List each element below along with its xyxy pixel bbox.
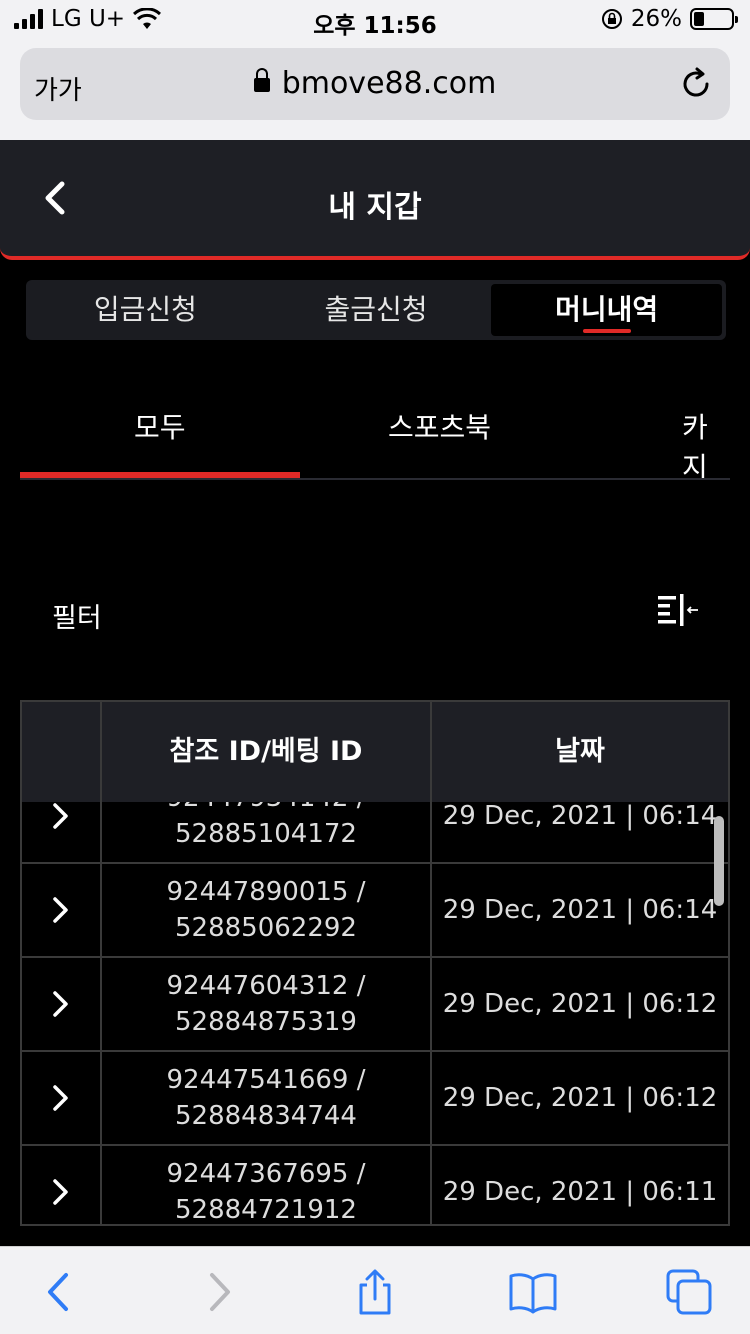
app-header: 내 지갑 [0, 140, 750, 260]
header-ref-id: 참조 ID/베팅 ID [102, 702, 432, 802]
ref-id: 92447604312 / [166, 971, 366, 1001]
browser-toolbar [0, 1246, 750, 1334]
category-tabs: 모두 스포츠북 카지 [20, 380, 730, 480]
date-cell: 29 Dec, 2021 | 06:12 [442, 989, 718, 1019]
share-icon[interactable] [350, 1267, 400, 1317]
filter-label: 필터 [52, 603, 102, 634]
header-expand [22, 702, 102, 802]
browser-address-area: 가가 bmove88.com [0, 40, 750, 140]
tabs-icon[interactable] [664, 1267, 714, 1317]
table-body: 92447934142 / 52885104172 29 Dec, 2021 |… [22, 770, 728, 1225]
bet-id: 52885104172 [175, 819, 357, 849]
bet-id: 52884875319 [175, 1007, 357, 1037]
chevron-right-icon [53, 897, 68, 923]
table-row[interactable]: 92447541669 / 52884834744 29 Dec, 2021 |… [22, 1052, 728, 1146]
page-title: 내 지갑 [328, 190, 422, 225]
expand-cell[interactable] [22, 1146, 102, 1224]
filter-toggle-icon[interactable] [656, 592, 700, 628]
ref-id: 92447367695 / [166, 1159, 366, 1189]
battery-icon [690, 8, 738, 30]
tab-sportsbook[interactable]: 스포츠북 [388, 406, 491, 446]
status-right: 26% [601, 6, 738, 32]
tab-casino[interactable]: 카지 [682, 406, 730, 478]
ref-id-cell: 92447890015 / 52885062292 [102, 864, 432, 956]
ref-id-cell: 92447541669 / 52884834744 [102, 1052, 432, 1144]
browser-back-icon[interactable] [34, 1267, 84, 1317]
tab-all[interactable]: 모두 [134, 406, 186, 446]
bet-id: 52884721912 [175, 1195, 357, 1225]
expand-cell[interactable] [22, 864, 102, 956]
active-tab-indicator [20, 472, 300, 478]
wallet-tabs: 입금신청 출금신청 머니내역 [26, 280, 726, 340]
chevron-right-icon [53, 991, 68, 1017]
chevron-right-icon [53, 1179, 68, 1205]
address-bar[interactable]: 가가 bmove88.com [20, 48, 730, 120]
status-bar: LG U+ 오후 11:56 26% [0, 0, 750, 40]
header-date: 날짜 [555, 736, 605, 767]
chevron-right-icon [53, 1085, 68, 1111]
battery-percent: 26% [630, 6, 682, 32]
table-header: 참조 ID/베팅 ID 날짜 [22, 702, 728, 802]
expand-cell[interactable] [22, 958, 102, 1050]
bookmarks-icon[interactable] [508, 1267, 558, 1317]
expand-cell[interactable] [22, 1052, 102, 1144]
reload-icon[interactable] [678, 66, 714, 102]
bet-id: 52884834744 [175, 1101, 357, 1131]
date-cell: 29 Dec, 2021 | 06:11 [442, 1177, 718, 1207]
browser-forward-icon[interactable] [194, 1267, 244, 1317]
scrollbar[interactable] [714, 816, 724, 906]
lock-icon [253, 68, 270, 92]
table-row[interactable]: 92447890015 / 52885062292 29 Dec, 2021 |… [22, 864, 728, 958]
table-row[interactable]: 92447604312 / 52884875319 29 Dec, 2021 |… [22, 958, 728, 1052]
rotation-lock-icon [601, 9, 622, 29]
bet-id: 52885062292 [175, 913, 357, 943]
tab-money-history[interactable]: 머니내역 [491, 284, 723, 336]
ref-id-cell: 92447604312 / 52884875319 [102, 958, 432, 1050]
tab-deposit[interactable]: 입금신청 [30, 284, 261, 336]
tab-withdraw[interactable]: 출금신청 [261, 284, 492, 336]
ref-id: 92447541669 / [166, 1065, 366, 1095]
chevron-right-icon [53, 803, 68, 829]
table-row[interactable]: 92447367695 / 52884721912 29 Dec, 2021 |… [22, 1146, 728, 1225]
ref-id-cell: 92447367695 / 52884721912 [102, 1146, 432, 1225]
date-cell: 29 Dec, 2021 | 06:12 [442, 1083, 718, 1113]
url-text: bmove88.com [281, 66, 497, 101]
date-cell: 29 Dec, 2021 | 06:14 [442, 895, 718, 925]
money-history-table: 참조 ID/베팅 ID 날짜 92447934142 / 52885104172… [20, 700, 730, 1226]
url-display[interactable]: bmove88.com [20, 66, 730, 101]
ref-id: 92447890015 / [166, 877, 366, 907]
